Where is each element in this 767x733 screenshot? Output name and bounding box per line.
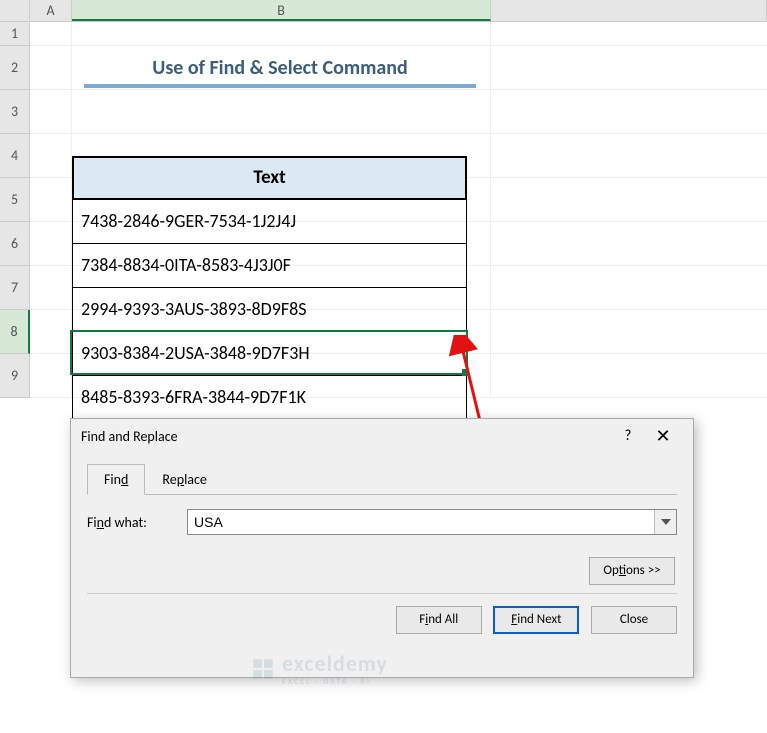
row-header-6[interactable]: 6 <box>0 222 30 266</box>
dropdown-icon[interactable] <box>654 510 676 534</box>
col-header-rest <box>491 0 767 21</box>
find-what-input[interactable] <box>188 510 654 534</box>
find-what-label: Find what: <box>87 514 187 531</box>
row-header-1[interactable]: 1 <box>0 22 30 46</box>
help-button[interactable]: ? <box>613 427 643 445</box>
find-replace-dialog: Find and Replace ? ✕ Find Replace Find w… <box>70 418 694 678</box>
row-header-2[interactable]: 2 <box>0 46 30 90</box>
row-header-9[interactable]: 9 <box>0 354 30 398</box>
row-header-3[interactable]: 3 <box>0 90 30 134</box>
column-headers: A B <box>0 0 767 22</box>
row-header-4[interactable]: 4 <box>0 134 30 178</box>
row-header-8[interactable]: 8 <box>0 310 30 354</box>
dialog-titlebar[interactable]: Find and Replace ? ✕ <box>71 419 693 453</box>
close-icon[interactable]: ✕ <box>643 425 683 447</box>
find-what-combo[interactable] <box>187 509 677 535</box>
page-title: Use of Find & Select Command <box>84 52 476 88</box>
watermark: exceldemy EXCEL · DATA · BI <box>250 650 388 687</box>
find-next-button[interactable]: Find Next <box>493 606 579 634</box>
watermark-brand: exceldemy <box>282 650 388 677</box>
dialog-tabs: Find Replace <box>87 463 677 495</box>
watermark-sub: EXCEL · DATA · BI <box>282 677 388 687</box>
col-header-a[interactable]: A <box>30 0 72 21</box>
table-header[interactable]: Text <box>72 156 467 200</box>
col-header-b[interactable]: B <box>72 0 491 21</box>
spreadsheet-grid: A B 1 2 3 4 5 6 7 8 9 Use of Find & Sele… <box>0 0 767 733</box>
table-row[interactable]: 2994-9393-3AUS-3893-8D9F8S <box>72 288 467 332</box>
data-table: Text 7438-2846-9GER-7534-1J2J4J 7384-883… <box>72 156 467 420</box>
tab-replace[interactable]: Replace <box>145 464 224 495</box>
row-header-7[interactable]: 7 <box>0 266 30 310</box>
dialog-title: Find and Replace <box>81 428 613 445</box>
table-row[interactable]: 8485-8393-6FRA-3844-9D7F1K <box>72 376 467 420</box>
find-all-button[interactable]: Find All <box>396 606 482 634</box>
row-header-5[interactable]: 5 <box>0 178 30 222</box>
close-button[interactable]: Close <box>591 606 677 634</box>
table-row[interactable]: 9303-8384-2USA-3848-9D7F3H <box>72 332 467 376</box>
table-row[interactable]: 7438-2846-9GER-7534-1J2J4J <box>72 200 467 244</box>
tab-find[interactable]: Find <box>87 464 145 495</box>
options-button[interactable]: Options >> <box>589 557 675 585</box>
table-row[interactable]: 7384-8834-0ITA-8583-4J3J0F <box>72 244 467 288</box>
select-all-corner[interactable] <box>0 0 30 21</box>
row-headers: 1 2 3 4 5 6 7 8 9 <box>0 22 30 398</box>
